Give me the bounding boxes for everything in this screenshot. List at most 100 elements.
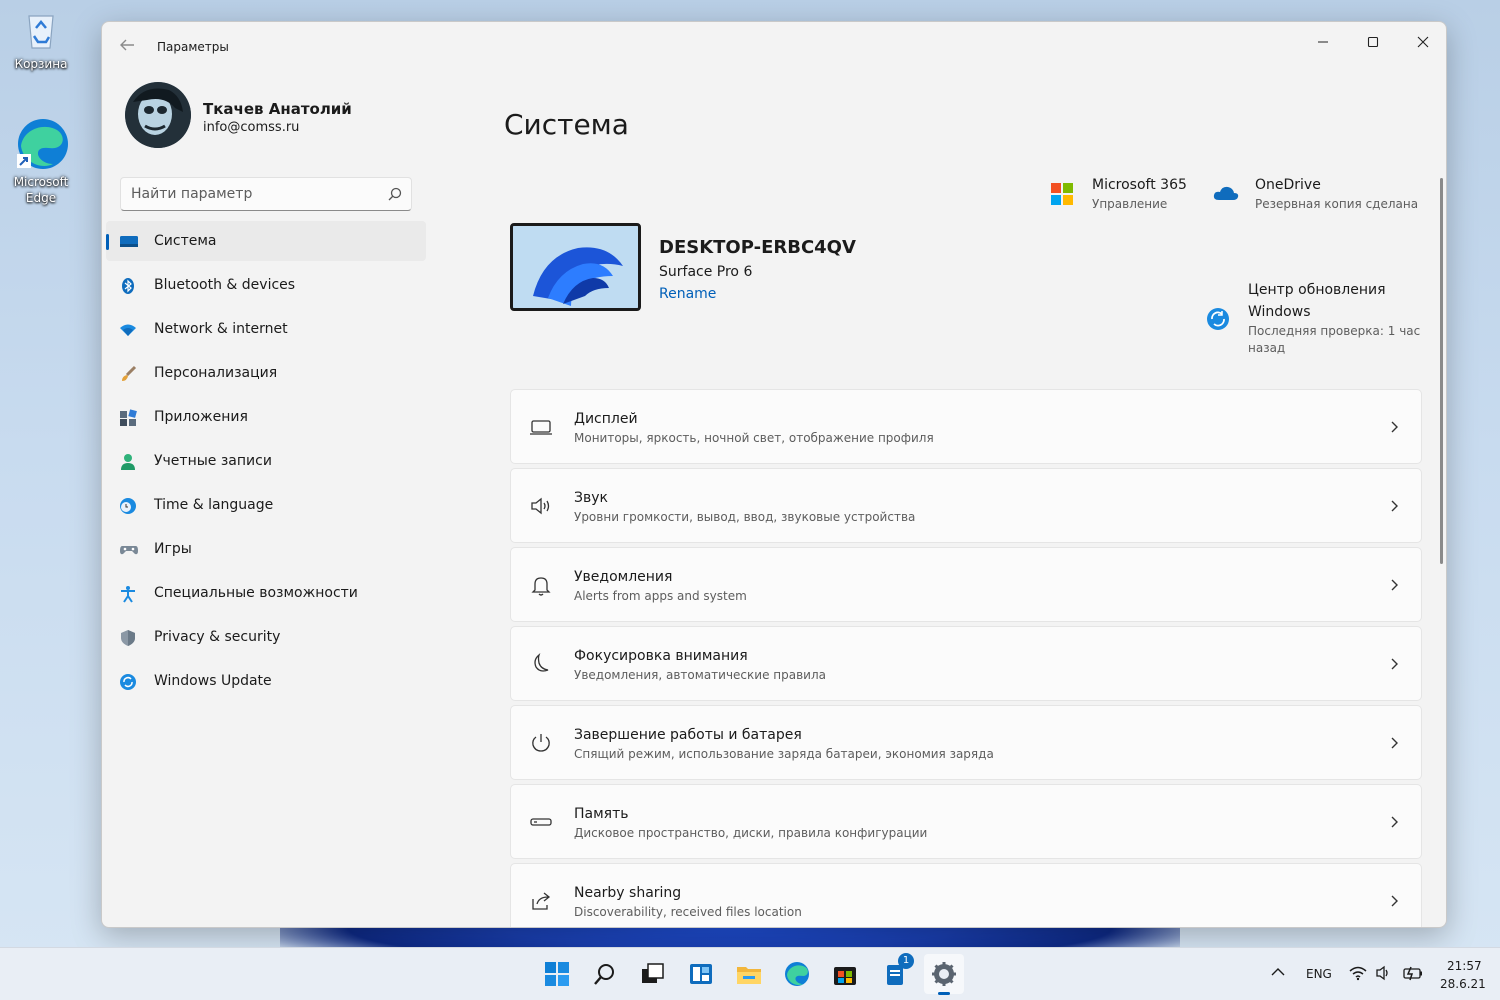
store-icon[interactable] (830, 959, 860, 989)
onedrive-icon (1213, 184, 1239, 206)
microsoft-365-icon (1050, 182, 1074, 210)
card-display[interactable]: Дисплей Мониторы, яркость, ночной свет, … (510, 389, 1422, 464)
back-arrow-icon[interactable] (118, 36, 138, 56)
sidebar-item-network[interactable]: Network & internet (106, 309, 426, 349)
chevron-right-icon (1389, 892, 1401, 910)
card-sound[interactable]: Звук Уровни громкости, вывод, ввод, звук… (510, 468, 1422, 543)
sidebar-item-accessibility[interactable]: Специальные возможности (106, 573, 426, 613)
sidebar-item-personalization[interactable]: Персонализация (106, 353, 426, 393)
shield-icon (119, 629, 137, 647)
chevron-right-icon (1389, 655, 1401, 673)
taskbar-search-icon[interactable] (590, 959, 620, 989)
edge-icon (13, 116, 69, 172)
recycle-bin-label: Корзина (14, 57, 68, 71)
settings-taskbar-icon[interactable] (924, 954, 964, 995)
clock-globe-icon (119, 497, 137, 515)
sidebar-item-label: Система (154, 233, 217, 249)
sidebar-item-label: Персонализация (154, 365, 278, 381)
sidebar-item-label: Приложения (154, 409, 248, 425)
search-box[interactable] (120, 177, 412, 211)
apps-icon (119, 409, 137, 427)
update-sync-icon (1206, 307, 1230, 335)
maximize-button[interactable] (1350, 26, 1396, 58)
sidebar-item-bluetooth[interactable]: Bluetooth & devices (106, 265, 426, 305)
sidebar-item-apps[interactable]: Приложения (106, 397, 426, 437)
card-title: Nearby sharing (574, 885, 682, 901)
edge-label: Microsoft Edge (13, 175, 69, 205)
microsoft-365-sub: Управление (1092, 197, 1168, 211)
sidebar-item-system[interactable]: Система (106, 221, 426, 261)
card-title: Память (574, 806, 629, 822)
card-focus-assist[interactable]: Фокусировка внимания Уведомления, автома… (510, 626, 1422, 701)
moon-icon (529, 652, 553, 676)
sidebar-nav: Система Bluetooth & devices Network & in… (106, 221, 426, 705)
device-thumbnail (510, 223, 641, 311)
card-subtitle: Спящий режим, использование заряда батар… (574, 747, 994, 761)
edge-taskbar-icon[interactable] (782, 959, 812, 989)
card-notifications[interactable]: Уведомления Alerts from apps and system (510, 547, 1422, 622)
notification-badge: 1 (898, 953, 914, 969)
clock-date[interactable]: 28.6.21 (1440, 977, 1486, 991)
chevron-right-icon (1389, 497, 1401, 515)
card-storage[interactable]: Память Дисковое пространство, диски, пра… (510, 784, 1422, 859)
card-title: Звук (574, 490, 608, 506)
close-button[interactable] (1400, 26, 1446, 58)
card-subtitle: Discoverability, received files location (574, 905, 802, 919)
sidebar-item-label: Time & language (154, 497, 274, 513)
sidebar-item-label: Windows Update (154, 673, 272, 689)
card-title: Дисплей (574, 411, 638, 427)
share-icon (529, 889, 553, 913)
person-icon (119, 453, 137, 471)
sidebar-item-accounts[interactable]: Учетные записи (106, 441, 426, 481)
start-button[interactable] (542, 959, 572, 989)
windows-update-sub-line1: Последняя проверка: 1 час (1248, 324, 1421, 338)
sidebar-item-label: Игры (154, 541, 192, 557)
app-title: Параметры (157, 40, 229, 54)
sidebar-item-time-language[interactable]: Time & language (106, 485, 426, 525)
settings-list: Дисплей Мониторы, яркость, ночной свет, … (510, 389, 1422, 927)
card-power-battery[interactable]: Завершение работы и батарея Спящий режим… (510, 705, 1422, 780)
desktop-icon-edge[interactable]: Microsoft Edge (1, 116, 81, 206)
language-indicator[interactable]: ENG (1306, 967, 1332, 981)
widgets-icon[interactable] (686, 959, 716, 989)
profile-name: Ткачев Анатолий (203, 100, 352, 118)
scrollbar[interactable] (1440, 178, 1443, 564)
card-nearby-sharing[interactable]: Nearby sharing Discoverability, received… (510, 863, 1422, 927)
tray-chevron-up-icon[interactable] (1270, 966, 1286, 981)
profile-email: info@comss.ru (203, 120, 300, 135)
card-title: Уведомления (574, 569, 673, 585)
windows-update-sub-line2: назад (1248, 341, 1286, 355)
wifi-icon (119, 321, 137, 339)
file-explorer-icon[interactable] (734, 959, 764, 989)
sidebar-item-windows-update[interactable]: Windows Update (106, 661, 426, 701)
search-icon[interactable] (387, 186, 403, 202)
sidebar-item-gaming[interactable]: Игры (106, 529, 426, 569)
task-view-icon[interactable] (638, 959, 668, 989)
minimize-button[interactable] (1300, 26, 1346, 58)
desktop-icon-recycle-bin[interactable]: Корзина (1, 8, 81, 72)
page-title: Система (504, 108, 629, 141)
wifi-tray-icon[interactable] (1349, 965, 1367, 984)
windows-update-title-line2: Windows (1248, 304, 1311, 320)
settings-window: Параметры Ткачев Анатолий info@comss.ru (101, 21, 1447, 928)
active-indicator (938, 992, 950, 995)
onedrive-title: OneDrive (1255, 177, 1321, 193)
notepad-icon[interactable]: 1 (880, 953, 914, 989)
chevron-right-icon (1389, 734, 1401, 752)
search-input[interactable] (121, 178, 371, 210)
volume-tray-icon[interactable] (1375, 965, 1393, 984)
rename-link[interactable]: Rename (659, 286, 716, 302)
sidebar-item-privacy[interactable]: Privacy & security (106, 617, 426, 657)
chevron-right-icon (1389, 813, 1401, 831)
clock-time[interactable]: 21:57 (1447, 959, 1482, 973)
power-icon (529, 731, 553, 755)
sidebar-item-label: Privacy & security (154, 629, 281, 645)
speaker-icon (529, 494, 553, 518)
card-subtitle: Мониторы, яркость, ночной свет, отображе… (574, 431, 934, 445)
battery-tray-icon[interactable] (1402, 965, 1424, 984)
card-subtitle: Дисковое пространство, диски, правила ко… (574, 826, 928, 840)
taskbar: 1 ENG 21:57 28.6.21 (0, 947, 1500, 1000)
windows-update-title-line1: Центр обновления (1248, 282, 1386, 298)
avatar[interactable] (125, 82, 191, 148)
bluetooth-icon (119, 277, 137, 295)
